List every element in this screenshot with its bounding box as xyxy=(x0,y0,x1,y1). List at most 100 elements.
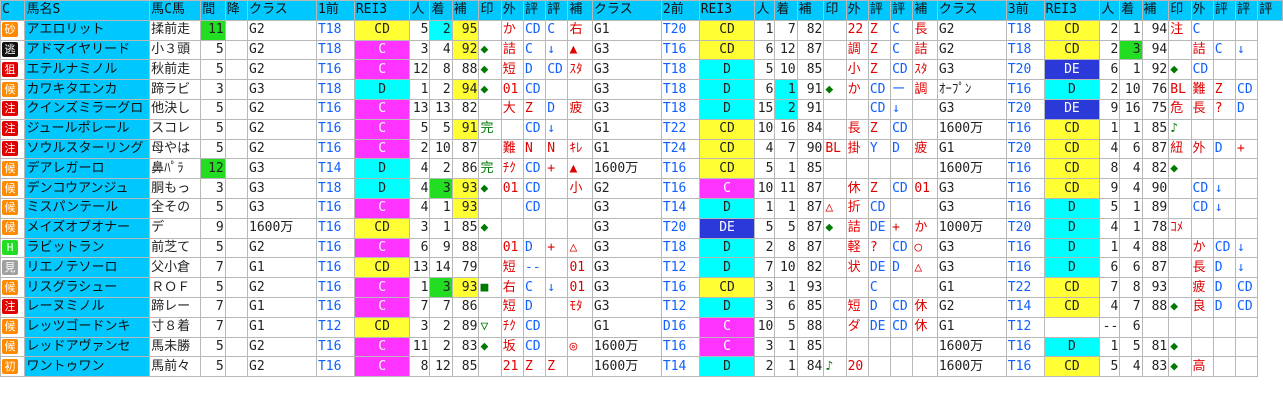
table-row[interactable]: 候ミスパンテール 全その 5 G3 T16 C 4 1 93 CD G3 T14 D 1 1 87 △ 折 CD G3… xyxy=(0,197,1283,219)
table-row[interactable]: 注ソウルスターリング 母やは 5 G2 T16 C 2 10 87 難 N N ｷﾚ G1 T24 CD 4 7 9… xyxy=(0,138,1283,160)
mark xyxy=(1168,39,1192,61)
table-row[interactable]: 注ジュールポレール スコレ 5 G2 T16 C 5 5 91 完 CD ↓ G1 T22 CD 10 16 84… xyxy=(0,118,1283,140)
column-header[interactable]: 馬C馬 xyxy=(149,0,202,21)
race-class: G1 xyxy=(936,316,1007,338)
column-header[interactable]: REI3 xyxy=(698,0,756,21)
eval: ↓ xyxy=(1212,197,1237,219)
finish: 4 xyxy=(1119,356,1143,378)
column-header[interactable]: 着 xyxy=(774,0,798,21)
track: T16 xyxy=(315,138,355,160)
eval: CD xyxy=(890,316,914,338)
column-header[interactable]: 補 xyxy=(1141,0,1170,21)
status-badge: 逃 xyxy=(0,39,26,61)
column-header[interactable]: 印 xyxy=(823,0,847,21)
column-header[interactable]: 馬名S xyxy=(24,0,151,21)
table-row[interactable]: 初ワントゥワン 馬前々 5 G2 T16 C 8 12 85 21 Z Z 1600万 T14 D 2 1 84 ♪… xyxy=(0,356,1283,378)
table-row[interactable]: 逃アドマイヤリード 小３頭 5 G2 T18 C 3 4 92 ◆ 詰 C ↓ ▲ G3 T16 CD 6 12 87… xyxy=(0,39,1283,61)
column-header[interactable]: 外 xyxy=(500,0,524,21)
column-header[interactable]: 補 xyxy=(796,0,825,21)
column-header[interactable]: C xyxy=(0,0,26,21)
track: T18 xyxy=(660,79,700,100)
table-row[interactable]: 候デアレガーロ 鼻ﾊﾟﾗ 12 G3 T14 D 4 2 86 完ﾁｸ CD + ▲ 1600万 T16 CD… xyxy=(0,158,1283,180)
index: 87 xyxy=(796,39,825,61)
column-header[interactable]: 着 xyxy=(1119,0,1143,21)
rating: CD xyxy=(698,277,756,298)
table-row[interactable]: 候リスグラシュー ＲＯＦ 5 G2 T16 C 1 3 93 ■ 右 C ↓ 01 G3 T16 CD 3 1 93 C… xyxy=(0,277,1283,298)
column-header[interactable]: クラス xyxy=(247,0,317,21)
popularity: 2 xyxy=(754,356,776,378)
status-icon: 砂 xyxy=(2,22,18,38)
finish: 1 xyxy=(774,158,798,180)
horse-name: クインズミラーグロ xyxy=(24,98,151,120)
table-row[interactable]: 見リエノテソーロ 父小倉 7 G1 T16 CD 13 14 79 短 -- 01 G3 T12 D 7 10 8… xyxy=(0,257,1283,279)
track: T18 xyxy=(315,79,355,100)
eval xyxy=(545,79,569,100)
table-row[interactable]: 候レッドアヴァンセ 馬未勝 5 G2 T16 C 11 2 83 ◆ 坂 CD ◎ 1600万 T16 C 3 1… xyxy=(0,336,1283,358)
track: T22 xyxy=(1005,277,1045,298)
column-header[interactable]: 間 xyxy=(200,0,226,21)
column-header[interactable]: 2前 xyxy=(660,0,700,21)
race-class: G1 xyxy=(591,316,662,338)
finish: 2 xyxy=(429,316,453,338)
column-header[interactable]: クラス xyxy=(591,0,662,21)
column-header[interactable]: 評 xyxy=(1234,0,1259,21)
drop-cell xyxy=(224,296,249,318)
horse-name: ジュールポレール xyxy=(24,118,151,140)
comment: 全その xyxy=(149,197,202,219)
column-header[interactable]: 評 xyxy=(1212,0,1237,21)
table-row[interactable]: 候カワキタエンカ 蹄ラビ 3 G3 T18 D 1 2 94 ◆ 01 CD G3 T18 D 6 1 91 ◆ か C… xyxy=(0,79,1283,100)
status-badge: 初 xyxy=(0,356,26,378)
column-header[interactable]: 評 xyxy=(890,0,914,21)
drop-cell xyxy=(224,237,249,259)
table-row[interactable]: H ラビットラン 前芝て 5 G2 T16 C 6 9 88 01 D + △ G3 T18 D 2 8 87 軽? CD… xyxy=(0,237,1283,259)
eval xyxy=(522,217,547,239)
column-header[interactable]: 3前 xyxy=(1005,0,1045,21)
table-row[interactable]: 注レーヌミノル 蹄レー 7 G1 T16 C 7 7 86 短 D ﾓﾀ G3 T12 D 3 6 85 短 D CD 休… xyxy=(0,296,1283,318)
column-header[interactable]: 1前 xyxy=(315,0,355,21)
eval: 右 xyxy=(500,277,524,298)
status-badge: 注 xyxy=(0,296,26,318)
race-class: G1 xyxy=(591,138,662,160)
race-class: 1600万 xyxy=(591,356,662,378)
table-row[interactable]: 候メイズオブオナーデ 9 1600万 T16 CD 3 1 85 ◆ G3 T20 DE 5 5 87 ◆ 詰 D… xyxy=(0,217,1283,239)
table-row[interactable]: 注クインズミラーグロ 他決し 5 G2 T16 C 13 13 82 大 Z D 疲 G3 T18 D 15 2 9… xyxy=(0,98,1283,120)
column-header[interactable]: 補 xyxy=(567,0,593,21)
table-row[interactable]: 砂アエロリット 揉前走 11 G2 T18 CD 5 2 95 か CD C 右 G1 T20 CD 1 7 82 2… xyxy=(0,19,1283,41)
rating: D xyxy=(698,59,756,81)
comment: 父小倉 xyxy=(149,257,202,279)
eval xyxy=(1234,59,1259,81)
column-header[interactable]: 評 xyxy=(1257,0,1283,21)
column-header[interactable]: 印 xyxy=(478,0,502,21)
column-header[interactable]: 着 xyxy=(429,0,453,21)
column-header[interactable]: REI3 xyxy=(1043,0,1101,21)
column-header[interactable]: 評 xyxy=(867,0,892,21)
table-row[interactable]: 候デンコウアンジュ 胴もっ 3 G3 T18 D 4 3 93 ◆ 01 CD 小 G2 T16 C 10 11 8… xyxy=(0,178,1283,199)
column-header[interactable]: 降 xyxy=(224,0,249,21)
popularity: -- xyxy=(1099,316,1121,338)
column-header[interactable]: 外 xyxy=(845,0,869,21)
column-header[interactable]: 補 xyxy=(912,0,938,21)
table-row[interactable]: 狙エテルナミノル 秋前走 5 G2 T16 C 12 8 88 ◆ 短 D CD ｽﾀ G3 T18 D 5 10 8… xyxy=(0,59,1283,81)
popularity: 1 xyxy=(1099,118,1121,140)
finish: 4 xyxy=(1119,178,1143,199)
finish: 1 xyxy=(774,356,798,378)
column-header[interactable]: 人 xyxy=(409,0,431,21)
column-header[interactable]: 評 xyxy=(522,0,547,21)
column-header[interactable]: 評 xyxy=(545,0,569,21)
column-header[interactable]: 外 xyxy=(1190,0,1214,21)
column-header[interactable]: クラス xyxy=(936,0,1007,21)
table-row[interactable]: 候レッツゴードンキ 寸８着 7 G1 T12 CD 3 2 89 ▽ ﾁｸ CD G1 D16 C 10 5 88… xyxy=(0,316,1283,338)
column-header[interactable]: 印 xyxy=(1168,0,1192,21)
rating: CD xyxy=(1043,296,1101,318)
mark: ◆ xyxy=(1168,296,1192,318)
column-header[interactable]: REI3 xyxy=(353,0,411,21)
rating: CD xyxy=(1043,178,1101,199)
eval: 詰 xyxy=(500,39,524,61)
index: 88 xyxy=(1141,237,1170,259)
eval: 坂 xyxy=(500,336,524,358)
column-header[interactable]: 人 xyxy=(1099,0,1121,21)
column-header[interactable]: 人 xyxy=(754,0,776,21)
eval: ↓ xyxy=(545,39,569,61)
column-header[interactable]: 補 xyxy=(451,0,480,21)
rating: C xyxy=(353,277,411,298)
